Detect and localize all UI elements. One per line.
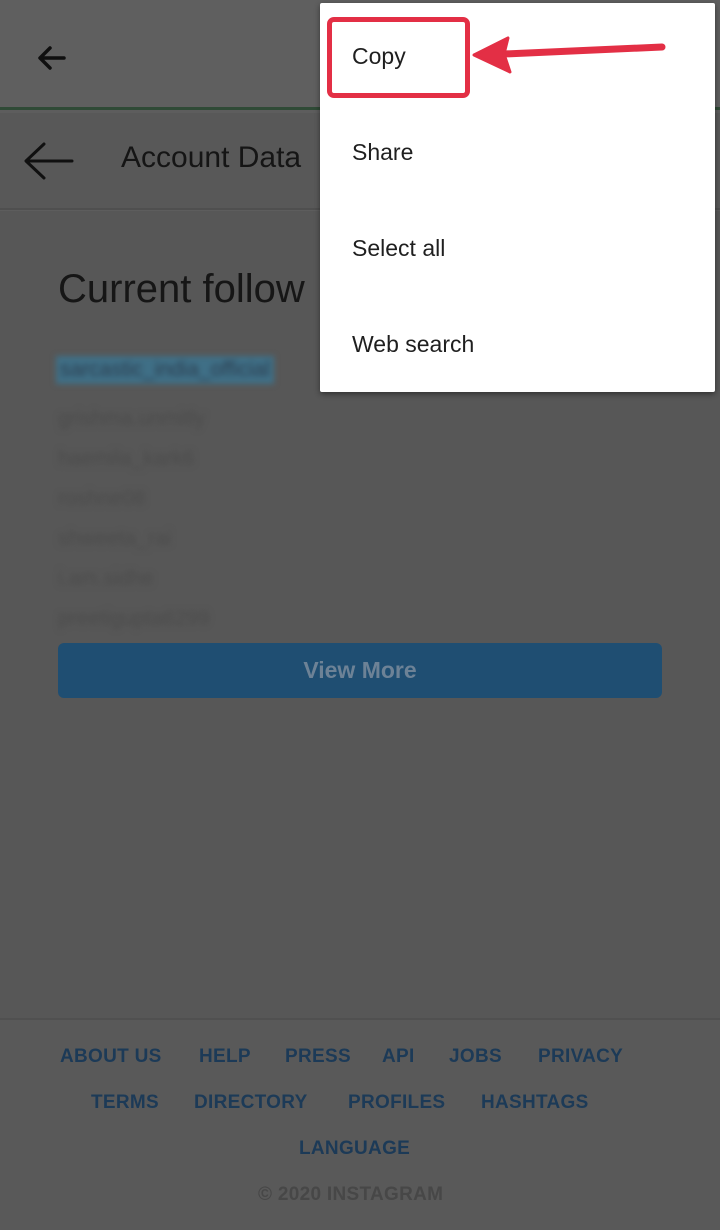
footer-link-language[interactable]: LANGUAGE [299,1138,410,1160]
arrow-left-icon [38,46,66,70]
arrow-left-icon [24,142,74,180]
footer-link-api[interactable]: API [382,1046,415,1068]
footer-link-terms[interactable]: TERMS [91,1092,159,1114]
menu-item-select-all[interactable]: Select all [320,200,715,296]
view-more-button[interactable]: View More [58,643,662,698]
footer-link-profiles[interactable]: PROFILES [348,1092,445,1114]
menu-item-web-search[interactable]: Web search [320,296,715,392]
username-item[interactable]: i.am.sidhe [58,567,154,591]
username-item[interactable]: roshne08 [58,487,146,511]
section-heading: Current follow [58,267,305,311]
footer-link-press[interactable]: PRESS [285,1046,351,1068]
text-selection-context-menu: Copy Share Select all Web search [320,3,715,392]
copyright-text: © 2020 INSTAGRAM [258,1184,444,1205]
page-back-button[interactable] [20,137,76,185]
footer-link-privacy[interactable]: PRIVACY [538,1046,623,1068]
username-item[interactable]: haemila_kark6 [58,447,195,471]
footer: ABOUT US HELP PRESS API JOBS PRIVACY TER… [0,1018,720,1230]
username-item[interactable]: grishma.unmitly [58,407,205,431]
footer-link-directory[interactable]: DIRECTORY [194,1092,308,1114]
username-item-selected[interactable]: sarcastic_india_official [56,356,274,384]
footer-link-hashtags[interactable]: HASHTAGS [481,1092,589,1114]
username-item[interactable]: preetigupta6299 [58,607,210,631]
footer-link-help[interactable]: HELP [199,1046,251,1068]
menu-item-share[interactable]: Share [320,104,715,200]
browser-back-button[interactable] [28,34,76,82]
menu-item-copy[interactable]: Copy [320,8,715,104]
footer-link-about-us[interactable]: ABOUT US [60,1046,162,1068]
footer-link-jobs[interactable]: JOBS [449,1046,502,1068]
page-title: Account Data [121,141,302,174]
username-item[interactable]: shweeta_rai [58,527,171,551]
